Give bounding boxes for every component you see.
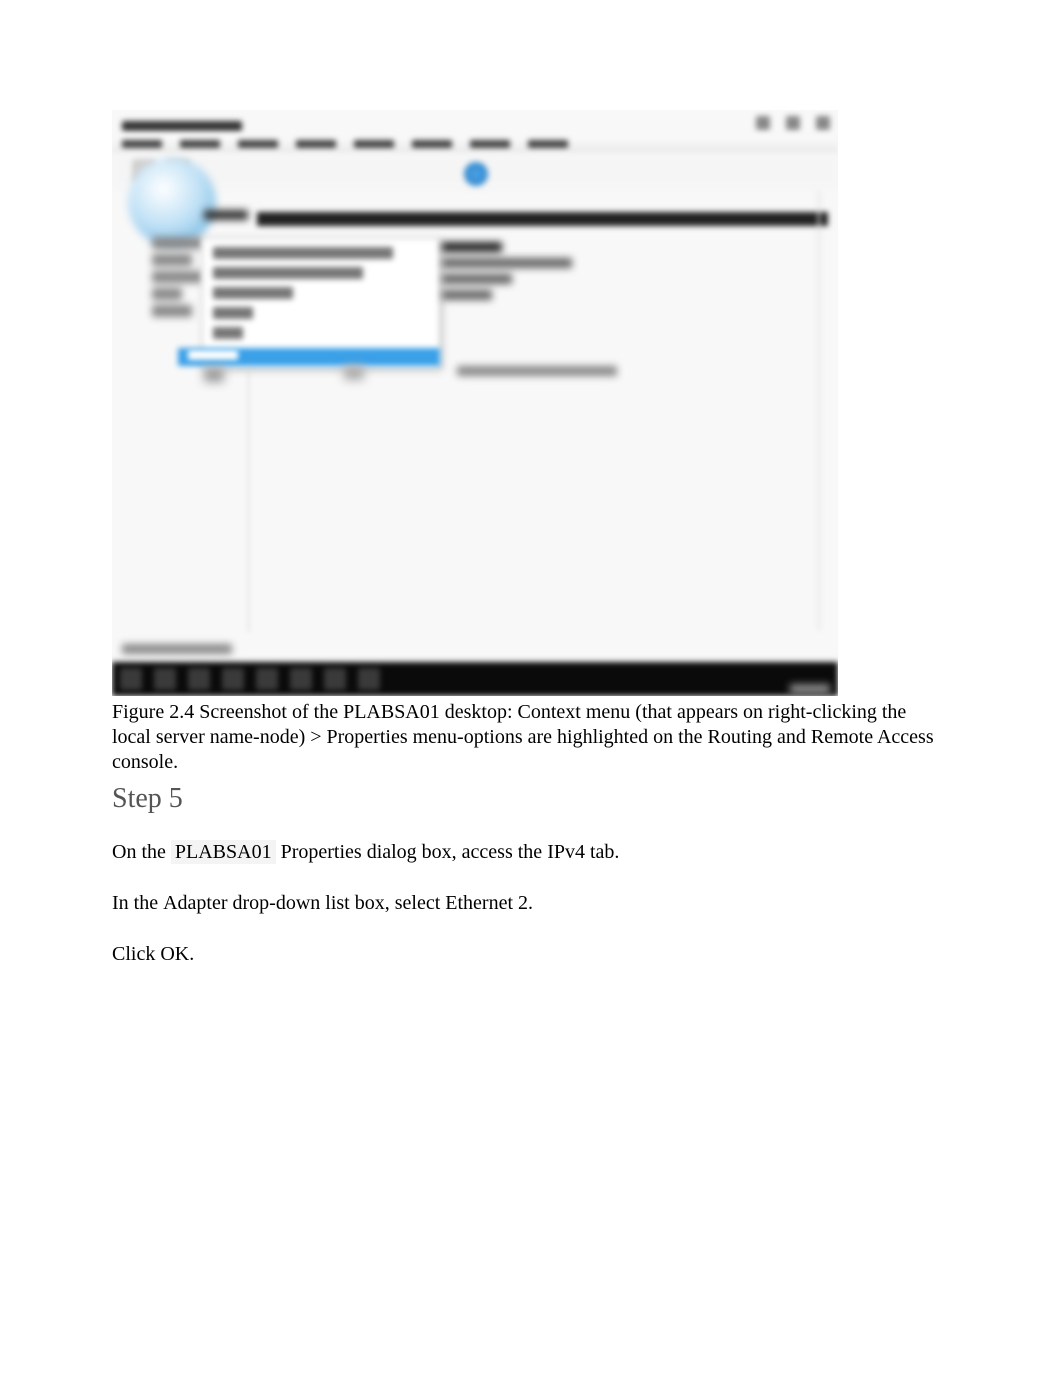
properties-term: Properties	[276, 841, 362, 863]
window-titlebar	[112, 116, 838, 136]
figure-caption: Figure 2.4 Screenshot of the PLABSA01 de…	[112, 700, 950, 775]
taskbar	[112, 662, 838, 696]
adapter-term: Adapter	[163, 892, 227, 914]
instruction-line-3: Click OK.	[112, 939, 950, 970]
tree-icon	[204, 368, 224, 382]
ethernet-term: Ethernet 2.	[445, 892, 533, 914]
instruction-line-2: In the Adapter drop-down list box, selec…	[112, 888, 950, 919]
window-controls	[756, 116, 830, 130]
avatar-icon	[464, 162, 488, 186]
text-prefix: On the	[112, 841, 171, 863]
text-suffix: tab.	[585, 841, 619, 863]
screenshot-image	[112, 110, 838, 696]
server-name: PLABSA01	[171, 840, 276, 864]
status-label	[122, 644, 232, 654]
sub-context-panel	[438, 236, 614, 306]
header-label	[204, 210, 248, 220]
description-text	[457, 366, 617, 376]
taskbar-clock	[790, 684, 830, 694]
header-bar	[257, 212, 828, 226]
middle-icon	[344, 366, 364, 380]
divider-vertical-right	[818, 192, 820, 630]
instruction-line-1: On the PLABSA01 Properties dialog box, a…	[112, 837, 950, 868]
figure-screenshot: Figure 2.4 Screenshot of the PLABSA01 de…	[112, 110, 950, 775]
text-middle: dialog box, access the	[362, 841, 548, 863]
context-menu-highlight-label	[188, 350, 238, 360]
text-middle2: drop-down list box, select	[228, 892, 446, 914]
ipv4-term: IPv4	[547, 841, 585, 863]
step-heading: Step 5	[112, 783, 950, 815]
divider-vertical	[248, 370, 249, 632]
menubar	[112, 136, 838, 154]
text-prefix2: In the	[112, 892, 163, 914]
